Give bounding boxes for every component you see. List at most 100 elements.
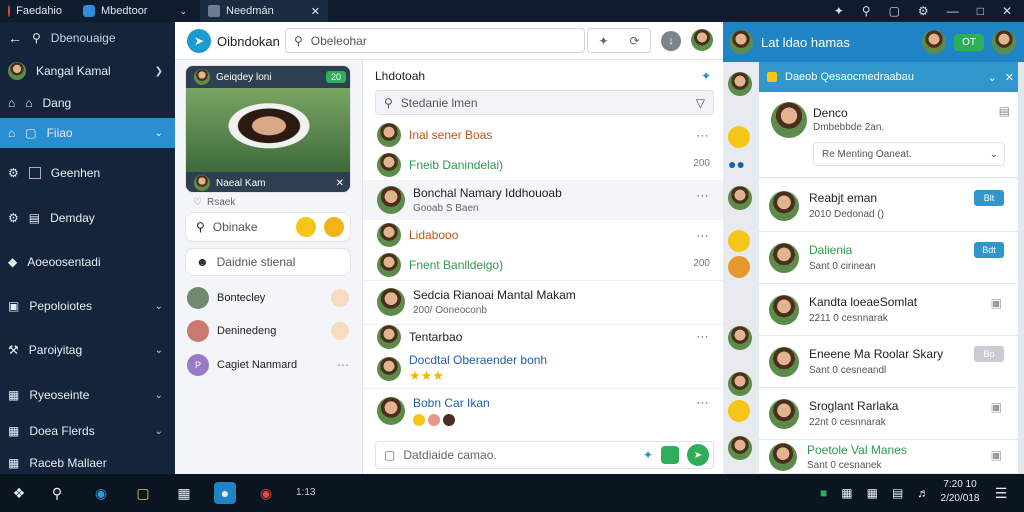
emoji-icon[interactable] — [324, 217, 344, 237]
browser-icon[interactable]: ◉ — [90, 482, 112, 504]
chart-icon[interactable]: ▦ — [841, 486, 852, 500]
avatar[interactable] — [992, 30, 1016, 54]
sidebar-item-geenhen[interactable]: ⚙ Geenhen — [0, 158, 175, 188]
top-contact[interactable]: Denco Dmbebbde 2an. ▤ Re Menting Oaneat.… — [759, 92, 1024, 178]
minimize-icon[interactable]: — — [947, 4, 959, 18]
chevron-down-icon[interactable]: ⌄ — [988, 71, 997, 84]
refresh-icon[interactable]: ⟳ — [629, 34, 639, 48]
close-icon[interactable]: ✕ — [311, 5, 320, 18]
status-badge[interactable]: Bdt — [974, 242, 1004, 258]
sidebar-item-label: Paroiyitag — [28, 343, 83, 357]
sidebar-item-aoeoosentadi[interactable]: ◆ Aoeoosentadi — [0, 247, 175, 277]
maximize-icon[interactable]: □ — [977, 4, 984, 18]
store-icon[interactable]: ▦ — [173, 482, 195, 504]
contact-item[interactable]: P Cagiet Nanmard ⋯ — [187, 353, 349, 377]
status-badge[interactable]: Blt — [974, 190, 1004, 206]
feed-item-title: Bobn Car Ikan — [413, 395, 490, 410]
keyboard-icon[interactable]: ▤ — [892, 486, 903, 500]
sticker-icon[interactable] — [661, 446, 679, 464]
sidebar-item-ryeoseinte[interactable]: ▦ Ryeoseinte ⌄ — [0, 380, 175, 410]
notification-icon[interactable]: ☰ — [990, 482, 1012, 504]
clock[interactable]: 7:20 10 2/20/018 — [938, 478, 982, 506]
app-logo-icon — [8, 5, 11, 17]
sidebar-profile[interactable]: Kangal Kamal ❯ — [0, 56, 175, 86]
close-icon[interactable]: ✕ — [336, 178, 344, 189]
titlebar-tab-1[interactable]: Faedahio — [0, 0, 70, 22]
volume-icon[interactable]: ♬ — [917, 486, 929, 500]
sidebar-item-pepoloiotes[interactable]: ▣ Pepoloiotes ⌄ — [0, 291, 175, 321]
sidebar-item-dang[interactable]: ⌂ ⌂ Dang — [0, 88, 175, 118]
search-input[interactable]: ⚲ Obeleohar — [285, 28, 585, 53]
close-icon[interactable]: ✕ — [1002, 4, 1012, 18]
contact-row[interactable]: Reabjt eman 2010 Dedonad () Blt — [759, 180, 1024, 232]
contact-row[interactable]: Dalienia Sant 0 cirinean Bdt — [759, 232, 1024, 284]
compose-input[interactable]: ▢ Datdiaide camao. ✦ ➤ — [375, 441, 714, 469]
send-icon[interactable]: ➤ — [687, 444, 709, 466]
sidebar-item-fiiao[interactable]: ⌂ ▢ Fiiao ⌄ — [0, 118, 175, 148]
contact-row[interactable]: Sroglant Rarlaka 22nt 0 cesnnarak ▣ — [759, 388, 1024, 440]
profile-card[interactable]: Geiqdey loni 20 Naeal Kam ✕ — [185, 65, 351, 193]
info-icon[interactable]: ▣ — [991, 400, 1002, 414]
more-icon[interactable]: ⋯ — [337, 358, 349, 372]
meeting-select[interactable]: Re Menting Oaneat. ⌄ — [813, 142, 1005, 166]
card-icon[interactable]: ▤ — [999, 104, 1010, 118]
pin-icon[interactable]: ✦ — [643, 448, 653, 462]
status-badge[interactable]: Bo — [974, 346, 1004, 362]
attach-icon[interactable]: ▢ — [384, 448, 395, 462]
search-icon[interactable]: ⚲ — [46, 482, 68, 504]
feed-search-input[interactable]: ⚲ Stedanie lmen ▽ — [375, 90, 714, 115]
start-icon[interactable]: ❖ — [8, 482, 30, 504]
app-icon[interactable]: ■ — [820, 486, 827, 500]
contact-item[interactable]: Deninedeng — [187, 319, 349, 343]
avatar — [769, 442, 797, 471]
more-icon[interactable]: ⋯ — [696, 128, 710, 144]
info-icon[interactable]: ▣ — [991, 448, 1002, 462]
chat-icon[interactable]: ▢ — [889, 4, 900, 18]
feed-item[interactable]: Bonchal Namary Iddhouoab Gooab S Baen ⋯ — [363, 180, 724, 220]
contact-row[interactable]: Eneene Ma Roolar Skary Sant 0 cesneandl B… — [759, 336, 1024, 388]
profile-header-name: Geiqdey loni — [216, 71, 272, 83]
sidebar-search[interactable]: ← ⚲ Dbenouaige — [0, 24, 175, 52]
contact-item[interactable]: Bontecley — [187, 286, 349, 310]
download-icon[interactable]: ↓ — [661, 31, 681, 51]
contacts-search[interactable]: ⚲ Obinake — [185, 212, 351, 242]
avatar[interactable] — [691, 29, 713, 51]
folder-icon[interactable]: ▢ — [132, 482, 154, 504]
filter-icon[interactable]: ▽ — [696, 96, 705, 110]
chrome-icon[interactable]: ◉ — [255, 482, 277, 504]
feed-item-sub: Fnent Banlldeigo) — [409, 258, 504, 272]
feed-item[interactable]: Tentarbao Docdtal Oberaender bonh ★★★ ⋯ — [363, 324, 724, 384]
info-icon[interactable]: ▣ — [991, 296, 1002, 310]
contact-row[interactable]: Kandta loeaeSomlat 2211 0 cesnnarak ▣ — [759, 284, 1024, 336]
contact-sub: 2211 0 cesnnarak — [809, 313, 888, 324]
more-icon[interactable]: ⋯ — [696, 228, 710, 244]
sidebar-item-doea-flerds[interactable]: ▦ Doea Flerds ⌄ — [0, 416, 175, 446]
feed-item[interactable]: Lidabooo Fnent Banlldeigo) ⋯ 200 — [363, 222, 724, 278]
more-icon[interactable]: ⋯ — [696, 395, 710, 411]
emoji-icon[interactable] — [296, 217, 316, 237]
back-arrow-icon[interactable]: ← — [8, 30, 22, 46]
contact-row[interactable]: Poetole Val Manes Sant 0 cesnanek ▣ — [759, 440, 1024, 474]
profile-card-footer: Naeal Kam ✕ — [186, 172, 350, 192]
app-icon[interactable]: ● — [214, 482, 236, 504]
titlebar-tab-2[interactable]: Mbedtoor ⌄ — [75, 0, 195, 22]
sidebar-item-demday[interactable]: ⚙ ▤ Demday — [0, 203, 175, 233]
settings-icon[interactable]: ⚙ — [918, 4, 929, 18]
more-icon[interactable]: ⋯ — [696, 329, 710, 345]
network-icon[interactable]: ▦ — [867, 486, 878, 500]
pin-icon[interactable]: ✦ — [701, 69, 711, 83]
sidebar-item-paroiyitag[interactable]: ⚒ Paroiyitag ⌄ — [0, 335, 175, 365]
feed-item[interactable]: Sedcia Rianoai Mantal Makam 200/ Ooneoco… — [363, 280, 724, 322]
pin-icon[interactable]: ✦ — [834, 4, 844, 18]
search-icon[interactable]: ⚲ — [862, 4, 871, 18]
app-title: Oibndokan — [217, 34, 280, 49]
pin-icon[interactable]: ✦ — [598, 34, 608, 48]
feed-item[interactable]: Bobn Car Ikan ⋯ — [363, 388, 724, 432]
feed-item[interactable]: Inal sener Boas Fneib Danindelai) ⋯ 200 — [363, 122, 724, 178]
scrollbar[interactable] — [1018, 62, 1024, 474]
chevron-down-icon[interactable]: ⌄ — [179, 6, 187, 17]
titlebar-tab-3[interactable]: Needmán ✕ — [200, 0, 328, 22]
status-input[interactable]: ☻ Daidnie stienal — [185, 248, 351, 276]
more-icon[interactable]: ⋯ — [696, 188, 710, 204]
close-icon[interactable]: ✕ — [1005, 71, 1014, 84]
